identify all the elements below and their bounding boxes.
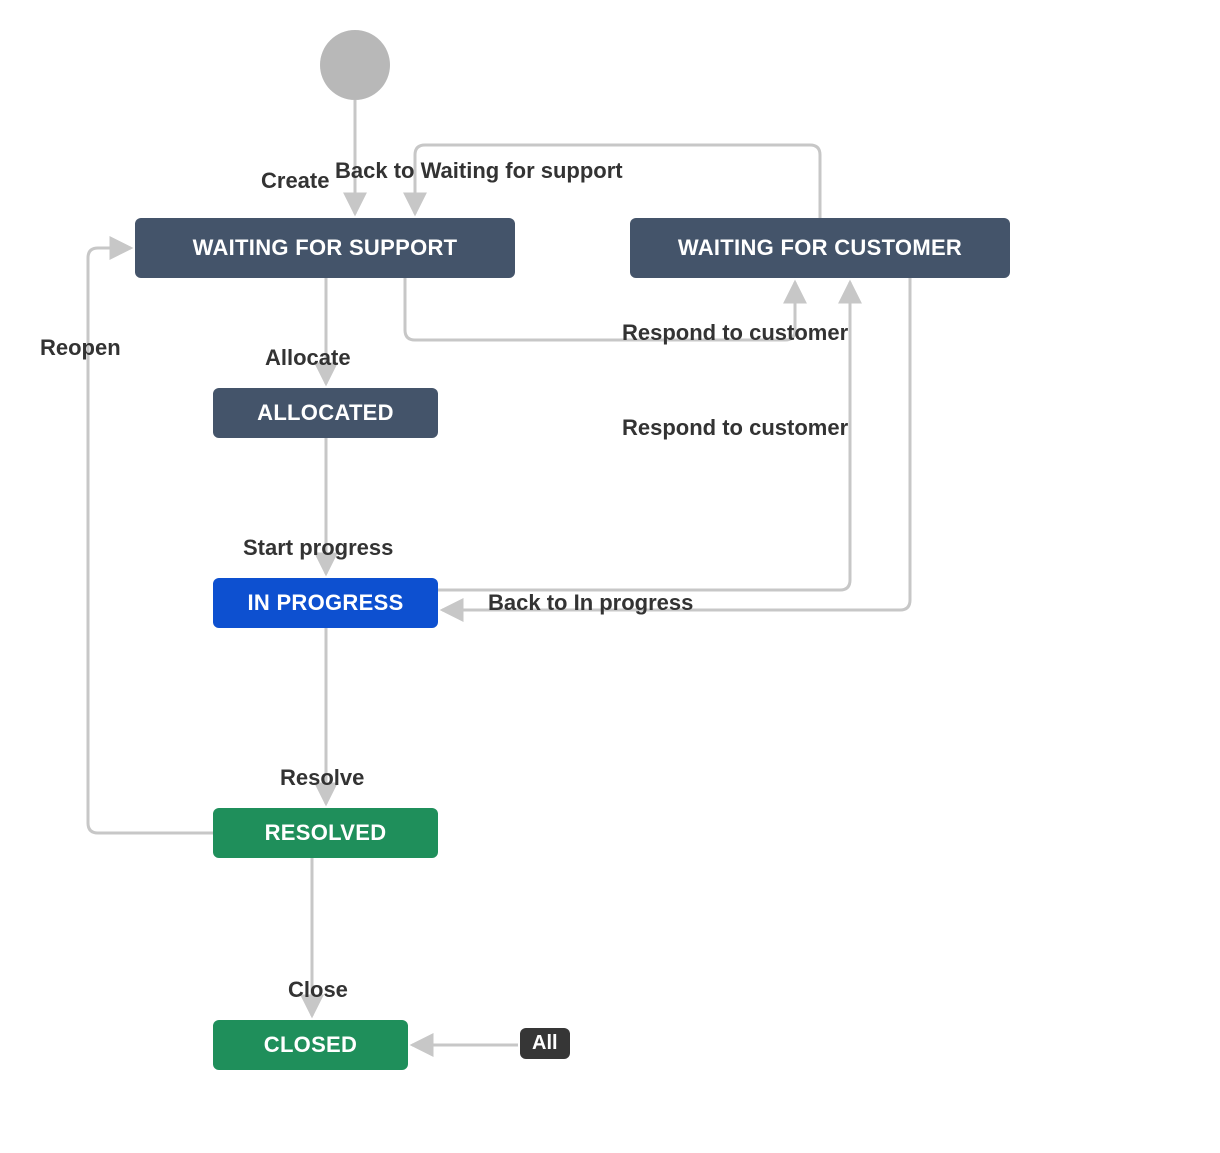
transition-label-reopen: Reopen — [40, 335, 121, 361]
transition-label-back-to-waiting: Back to Waiting for support — [335, 158, 623, 184]
transition-label-respond-2: Respond to customer — [622, 415, 848, 441]
start-node — [320, 30, 390, 100]
transition-label-create: Create — [261, 168, 329, 194]
transition-label-back-to-inprog: Back to In progress — [488, 590, 693, 616]
transition-label-close: Close — [288, 977, 348, 1003]
state-closed: CLOSED — [213, 1020, 408, 1070]
transition-label-start-progress: Start progress — [243, 535, 393, 561]
state-waiting-for-customer: WAITING FOR CUSTOMER — [630, 218, 1010, 278]
transition-label-allocate: Allocate — [265, 345, 351, 371]
state-waiting-for-support: WAITING FOR SUPPORT — [135, 218, 515, 278]
transition-label-all: All — [520, 1028, 570, 1059]
transition-label-respond-1: Respond to customer — [622, 320, 848, 346]
workflow-diagram: WAITING FOR SUPPORT WAITING FOR CUSTOMER… — [0, 0, 1220, 1153]
state-resolved: RESOLVED — [213, 808, 438, 858]
transition-label-resolve: Resolve — [280, 765, 364, 791]
state-in-progress: IN PROGRESS — [213, 578, 438, 628]
state-allocated: ALLOCATED — [213, 388, 438, 438]
